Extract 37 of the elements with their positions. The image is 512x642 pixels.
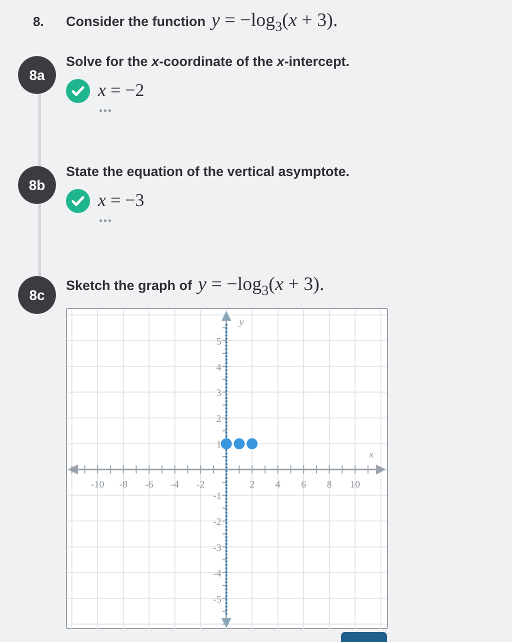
tick-label: 10	[350, 478, 360, 490]
tick-label: -6	[144, 478, 154, 490]
tick-label: -2	[213, 516, 222, 528]
tick-label: -10	[91, 478, 104, 490]
question-text: Consider the function	[66, 14, 206, 29]
tick-label: -8	[119, 478, 128, 490]
graph-panel[interactable]: -10 -8 -6 -4 -2 2 4 6 8 10 -5 -4 -3 -2 -1 1 2 3 4 5 x y	[66, 308, 388, 629]
tick-label: -5	[213, 594, 222, 605]
more-dots[interactable]: •••	[99, 216, 350, 227]
axis-label: y	[239, 316, 244, 328]
tick-label: -2	[196, 478, 205, 490]
tick-label: 8	[326, 478, 332, 490]
tick-label: 4	[275, 478, 280, 490]
prompt-text: State the equation of the vertical asymptote.	[66, 164, 350, 179]
tick-label: -1	[213, 490, 222, 502]
tick-label: -4	[170, 478, 179, 490]
tick-label: 6	[301, 478, 306, 490]
prompt-text: Solve for the x-coordinate of the x-intercept.	[66, 54, 350, 69]
prompt-text: Sketch the graph of	[66, 278, 192, 293]
answer-value: x = −3	[98, 190, 144, 212]
more-dots[interactable]: •••	[99, 106, 350, 117]
tick-label: 2	[216, 414, 222, 425]
tick-label: 5	[216, 336, 222, 348]
axis-label: x	[369, 449, 374, 460]
tick-label: 1	[216, 439, 222, 450]
tick-label: -4	[213, 568, 222, 580]
step-badge: 8b	[18, 166, 56, 204]
step-badge: 8a	[18, 56, 56, 94]
math-expression: y = −log$_{3}$(x + 3).	[198, 274, 324, 300]
question-number: 8.	[33, 14, 45, 29]
math-expression: y = −log$_{3}$(x + 3).	[212, 10, 338, 36]
tick-label: 4	[216, 362, 222, 373]
step-badge: 8c	[18, 276, 56, 314]
tick-label: 2	[250, 478, 255, 490]
tick-label: -3	[213, 542, 222, 554]
tick-label: 3	[216, 388, 222, 399]
answer-value: x = −2	[98, 80, 144, 102]
